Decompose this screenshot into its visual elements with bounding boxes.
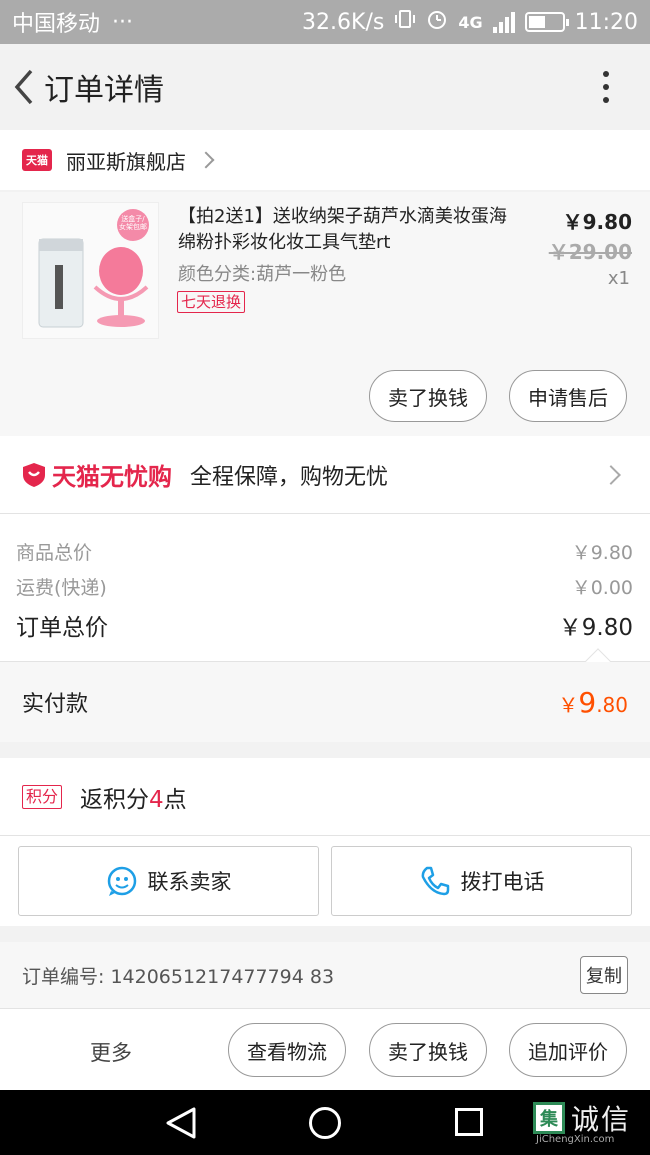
order-number: 订单编号: 1420651217477794 83: [22, 965, 335, 988]
vibrate-icon: [394, 8, 416, 36]
order-number-row: 订单编号: 1420651217477794 83 复制: [0, 942, 650, 1008]
nav-recent-apps-icon[interactable]: [455, 1108, 483, 1136]
goods-total-row: 商品总价 ￥9.80: [16, 538, 633, 565]
points-badge: 积分: [22, 784, 63, 809]
watermark-text: 诚信: [571, 1103, 632, 1136]
guarantee-row[interactable]: 天猫无忧购 全程保障，购物无忧: [0, 436, 650, 514]
contact-section: 联系卖家 拨打电话: [0, 836, 650, 926]
phone-icon: [421, 866, 449, 896]
guarantee-text: 全程保障，购物无忧: [190, 464, 389, 490]
carrier-name: 中国移动: [12, 12, 101, 37]
points-text: 返积分4点: [80, 780, 187, 814]
watermark-logo: 集 诚信: [533, 1098, 631, 1138]
nav-home-icon[interactable]: [309, 1107, 341, 1139]
copy-button[interactable]: 复制: [580, 956, 628, 994]
chevron-right-icon: [197, 151, 215, 169]
price-summary: 商品总价 ￥9.80 运费(快递) ￥0.00 订单总价 ￥9.80: [0, 514, 650, 674]
shipping-row: 运费(快递) ￥0.00: [16, 573, 633, 600]
status-bar: 中国移动 ··· 32.6K/s 4G 11:20: [0, 0, 650, 44]
after-sales-button[interactable]: 申请售后: [509, 370, 627, 422]
paid-integer: 9: [578, 685, 597, 719]
view-logistics-button[interactable]: 查看物流: [228, 1023, 346, 1077]
return-policy-tag: 七天退换: [177, 291, 246, 313]
sell-button[interactable]: 卖了换钱: [369, 370, 487, 422]
sell-again-button[interactable]: 卖了换钱: [369, 1023, 487, 1077]
thumb-sticker: 送盒子/女架包邮: [119, 215, 147, 231]
bottom-action-bar: 更多 查看物流 卖了换钱 追加评价: [0, 1008, 650, 1090]
points-prefix: 返积分: [80, 786, 150, 813]
tmall-badge: 天猫: [22, 149, 52, 171]
clock: 11:20: [574, 9, 638, 35]
product-card: 送盒子/女架包邮 【拍2送1】送收纳架子葫芦水滴美妆蛋海绵粉扑彩妆化妆工具气垫r…: [0, 192, 650, 436]
paid-label: 实付款: [22, 692, 89, 717]
watermark-subtext: JiChengXin.com: [536, 1134, 615, 1145]
store-row[interactable]: 天猫 丽亚斯旗舰店: [0, 130, 650, 190]
order-total-value: ￥9.80: [558, 615, 633, 641]
alarm-icon: [426, 8, 448, 36]
paid-amount-row: 实付款 ￥9.80: [0, 662, 650, 742]
call-phone-button[interactable]: 拨打电话: [331, 846, 632, 916]
product-price: ￥9.80: [562, 210, 632, 234]
order-total-label: 订单总价: [16, 615, 108, 641]
chat-smiley-icon: [107, 866, 136, 896]
back-button[interactable]: [4, 44, 44, 130]
back-arrow-icon: [14, 69, 33, 105]
chevron-right-icon: [601, 464, 621, 485]
guarantee-brand-text: 天猫无忧购: [52, 463, 172, 491]
shield-icon: [23, 462, 45, 487]
header: 订单详情: [0, 44, 650, 130]
original-price: ￥29.00: [548, 240, 632, 264]
points-count: 4: [149, 786, 164, 813]
network-type: 4G: [458, 12, 483, 32]
battery-icon: [524, 12, 569, 32]
goods-total-label: 商品总价: [16, 542, 93, 564]
more-menu-button[interactable]: [576, 44, 636, 130]
notification-dots: ···: [112, 9, 133, 35]
watermark-icon: 集: [533, 1102, 565, 1134]
add-review-button[interactable]: 追加评价: [509, 1023, 627, 1077]
points-suffix: 点: [163, 786, 187, 813]
nav-back-icon[interactable]: [164, 1106, 198, 1140]
shipping-value: ￥0.00: [571, 577, 633, 599]
paid-currency: ￥: [558, 692, 579, 717]
goods-total-value: ￥9.80: [571, 542, 633, 564]
paid-amount: ￥9.80: [558, 686, 628, 719]
guarantee-brand: 天猫无忧购: [22, 457, 172, 492]
system-nav-bar: 集 诚信 JiChengXin.com: [0, 1090, 650, 1155]
network-speed: 32.6K/s: [302, 9, 385, 35]
product-quantity: x1: [607, 268, 630, 289]
product-attribute: 颜色分类:葫芦一粉色: [178, 264, 347, 285]
shipping-label: 运费(快递): [16, 577, 107, 599]
order-total-row: 订单总价 ￥9.80: [16, 608, 633, 642]
contact-seller-label: 联系卖家: [147, 870, 232, 894]
page-title: 订单详情: [44, 73, 164, 108]
product-name[interactable]: 【拍2送1】送收纳架子葫芦水滴美妆蛋海绵粉扑彩妆化妆工具气垫rt: [178, 204, 518, 256]
store-name: 丽亚斯旗舰店: [66, 149, 186, 174]
points-row: 积分 返积分4点: [0, 758, 650, 836]
call-phone-label: 拨打电话: [460, 870, 545, 894]
paid-decimal: .80: [596, 692, 628, 717]
signal-icon: [492, 11, 515, 33]
product-thumbnail[interactable]: 送盒子/女架包邮: [22, 202, 159, 339]
contact-seller-button[interactable]: 联系卖家: [18, 846, 319, 916]
more-link[interactable]: 更多: [90, 1037, 132, 1067]
